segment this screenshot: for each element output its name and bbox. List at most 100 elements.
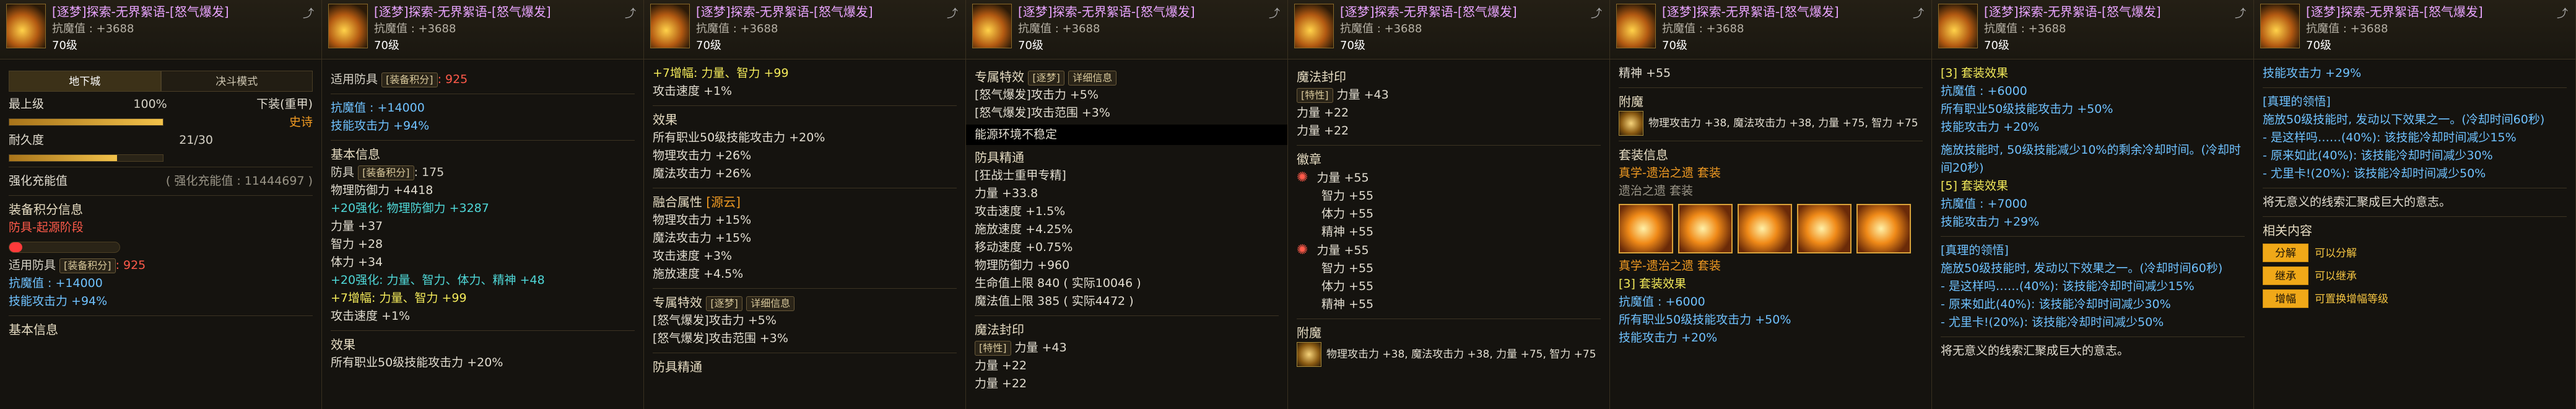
inherit-link[interactable]: 可以继承 — [2315, 270, 2357, 283]
badge-1: 力量 +55 — [1316, 171, 1369, 185]
share-icon[interactable]: ⤴ — [2557, 5, 2568, 21]
drop-label: 下装(重甲) — [256, 97, 313, 111]
max-pct: 100% — [133, 97, 167, 111]
inherit-button[interactable]: 继承 — [2263, 266, 2308, 285]
seal-line-3: 力量 +22 — [1297, 124, 1349, 138]
truth-1: - 是这样吗……(40%): 该技能冷却时间减少15% — [1941, 279, 2195, 293]
special-title: 专属特效 — [975, 69, 1024, 84]
effect-line: 所有职业50级技能攻击力 +20% — [331, 356, 503, 369]
set-sub: 遗治之遗 套装 — [1619, 184, 1694, 198]
max-bar-fill — [9, 119, 163, 125]
score-title: 装备积分信息 — [9, 202, 83, 217]
tooltip-panel-7: [逐梦]探索-无界絮语-[怒气爆发] 抗魔值 : +3688 70级 ⤴ [3]… — [1932, 0, 2254, 409]
durability-bar — [9, 154, 163, 162]
item-header: [逐梦]探索-无界絮语-[怒气爆发] 抗魔值 : +3688 70级 ⤴ — [0, 0, 321, 59]
special-2: [怒气爆发]攻击范围 +3% — [653, 332, 788, 345]
item-icon — [1938, 4, 1978, 48]
amplify-button[interactable]: 增幅 — [2263, 289, 2308, 308]
item-level: 70级 — [1984, 39, 2009, 52]
set5-atk: 技能攻击力 +29% — [1941, 215, 2040, 229]
share-icon[interactable]: ⤴ — [947, 5, 958, 21]
set-items — [1619, 204, 1923, 253]
cast-line: 施放技能时, 50级技能减少10%的剩余冷却时间。(冷却时间20秒) — [1941, 143, 2241, 175]
effect-line-3: 魔法攻击力 +26% — [653, 167, 752, 180]
set5-title: [5] 套装效果 — [1941, 179, 2008, 193]
item-icon — [972, 4, 1012, 48]
fusion-3: 攻击速度 +3% — [653, 249, 733, 263]
mastery-5: 物理防御力 +960 — [975, 258, 1070, 272]
item-header: [逐梦]探索-无界絮语-[怒气爆发] 抗魔值 : +3688 70级 ⤴ — [2254, 0, 2575, 59]
tooltip-panel-8: [逐梦]探索-无界絮语-[怒气爆发] 抗魔值 : +3688 70级 ⤴ 技能攻… — [2254, 0, 2576, 409]
fusion-tag: [源云] — [706, 195, 741, 209]
tab-dungeon[interactable]: 地下城 — [9, 71, 161, 92]
effect-title: 效果 — [653, 112, 677, 127]
share-icon[interactable]: ⤴ — [625, 5, 636, 21]
share-icon[interactable]: ⤴ — [1269, 5, 1280, 21]
set-item-icon[interactable] — [1738, 204, 1792, 253]
durability-label: 耐久度 — [9, 133, 45, 147]
def-label: 防具 — [331, 165, 355, 179]
mastery-3: 施放速度 +4.25% — [975, 222, 1073, 236]
item-attack: 抗魔值 : +3688 — [374, 22, 456, 35]
tab-duel[interactable]: 决斗模式 — [160, 71, 313, 92]
detail-button[interactable]: 详细信息 — [746, 296, 795, 311]
stat-skill: 技能攻击力 +94% — [331, 119, 430, 133]
score-bar-fill — [9, 242, 23, 252]
disassemble-button[interactable]: 分解 — [2263, 244, 2308, 262]
tooltip-panel-4: [逐梦]探索-无界絮语-[怒气爆发] 抗魔值 : +3688 70级 ⤴ 专属特… — [966, 0, 1288, 409]
disassemble-link[interactable]: 可以分解 — [2315, 247, 2357, 260]
item-attack: 抗魔值 : +3688 — [1662, 22, 1744, 35]
item-name: [逐梦]探索-无界絮语-[怒气爆发] — [374, 4, 551, 19]
amplify-link[interactable]: 可置换增幅等级 — [2315, 293, 2388, 306]
seal-value: 力量 +43 — [1014, 341, 1067, 354]
set-name: 真学-遗治之遗 套装 — [1619, 166, 1721, 180]
item-name: [逐梦]探索-无界絮语-[怒气爆发] — [2306, 4, 2483, 19]
set-item-icon[interactable] — [1619, 204, 1673, 253]
tooltip-panel-2: [逐梦]探索-无界絮语-[怒气爆发] 抗魔值 : +3688 70级 ⤴ 适用防… — [322, 0, 644, 409]
item-icon — [1294, 4, 1334, 48]
reinforce-label: 强化充能值 — [9, 174, 68, 188]
share-icon[interactable]: ⤴ — [303, 5, 314, 21]
set-item-icon[interactable] — [1678, 204, 1733, 253]
max-bar — [9, 118, 163, 126]
item-header: [逐梦]探索-无界絮语-[怒气爆发] 抗魔值 : +3688 70级 ⤴ — [644, 0, 965, 59]
set-item-icon[interactable] — [1797, 204, 1852, 253]
set-info-title: 套装信息 — [1619, 147, 1668, 162]
item-attack: 抗魔值 : +3688 — [1984, 22, 2066, 35]
item-name: [逐梦]探索-无界絮语-[怒气爆发] — [1018, 4, 1195, 19]
enchant-title: 附魔 — [1297, 325, 1321, 340]
fusion-1: 物理攻击力 +15% — [653, 213, 752, 227]
set-item-icon[interactable] — [1856, 204, 1911, 253]
def-value: : 175 — [414, 165, 445, 179]
fit-label: 适用防具 — [331, 73, 378, 86]
set3-skill: 所有职业50级技能攻击力 +50% — [1941, 102, 2113, 116]
tooltip-panel-3: [逐梦]探索-无界絮语-[怒气爆发] 抗魔值 : +3688 70级 ⤴ +7增… — [644, 0, 966, 409]
badge-3: 体力 +55 — [1321, 207, 1374, 221]
stat-skill: 技能攻击力 +94% — [9, 294, 108, 308]
basic-title: 基本信息 — [9, 322, 58, 337]
share-icon[interactable]: ⤴ — [1591, 5, 1602, 21]
truth-line: 施放50级技能时, 发动以下效果之一。(冷却时间60秒) — [1941, 262, 2223, 275]
detail-button[interactable]: 详细信息 — [1068, 71, 1117, 86]
set3-title: [3] 套装效果 — [1619, 277, 1686, 291]
special-tag: [逐梦] — [1028, 71, 1064, 86]
share-icon[interactable]: ⤴ — [2235, 5, 2246, 21]
fit-label: 适用防具 — [9, 258, 56, 272]
mastery-7: 魔法值上限 385 ( 实际4472 ) — [975, 294, 1134, 308]
stat-spirit: 精神 +55 — [1619, 66, 1671, 80]
set3-atk: 技能攻击力 +20% — [1619, 331, 1718, 345]
seal-line-3: 力量 +22 — [975, 377, 1027, 390]
atk-speed: 攻击速度 +1% — [331, 309, 411, 323]
seal-tag: [特性] — [975, 341, 1011, 356]
item-name: [逐梦]探索-无界絮语-[怒气爆发] — [696, 4, 873, 19]
stat-mag: 抗魔值 : +14000 — [9, 276, 103, 290]
badge-title: 徽章 — [1297, 152, 1321, 167]
tooltip-panel-6: [逐梦]探索-无界絮语-[怒气爆发] 抗魔值 : +3688 70级 ⤴ 精神 … — [1610, 0, 1932, 409]
badge-6: 智力 +55 — [1321, 262, 1374, 275]
set5-mag: 抗魔值 : +7000 — [1941, 197, 2027, 211]
item-header: [逐梦]探索-无界絮语-[怒气爆发] 抗魔值 : +3688 70级 ⤴ — [1932, 0, 2253, 59]
set-name-2: 真学-遗治之遗 套装 — [1619, 259, 1721, 273]
tooltip-panel-1: [逐梦]探索-无界絮语-[怒气爆发] 抗魔值 : +3688 70级 ⤴ 地下城… — [0, 0, 322, 409]
special-2: [怒气爆发]攻击范围 +3% — [975, 106, 1110, 120]
share-icon[interactable]: ⤴ — [1913, 5, 1924, 21]
